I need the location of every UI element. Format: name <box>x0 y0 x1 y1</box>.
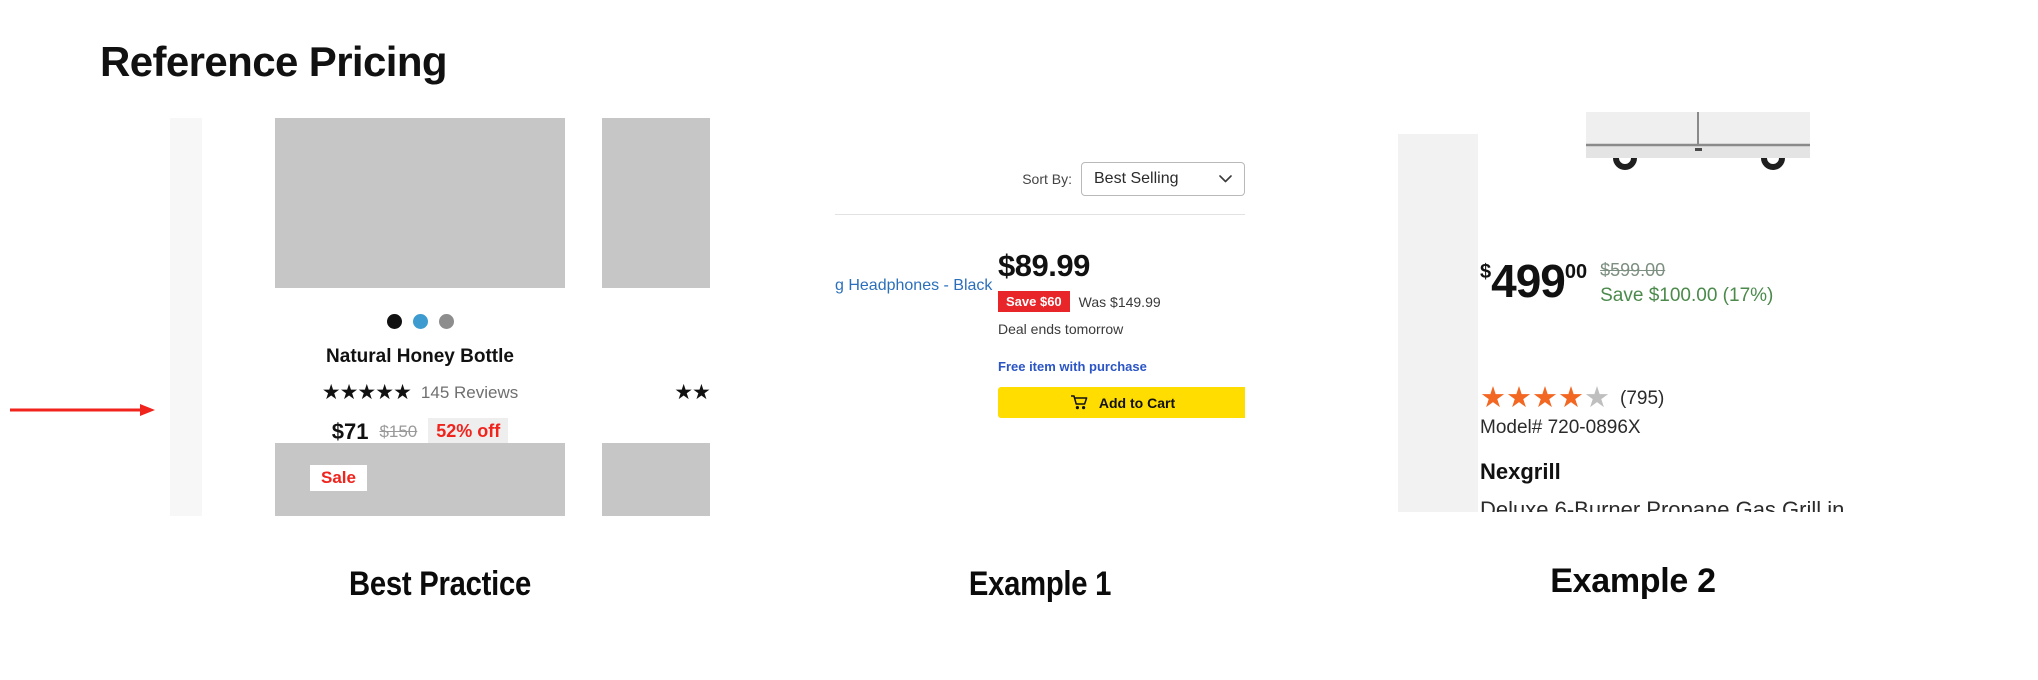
caption-best-practice: Best Practice <box>349 565 531 603</box>
color-swatch-black[interactable] <box>386 314 402 329</box>
free-item-link[interactable]: Free item with purchase <box>998 359 1245 374</box>
rating-row: ★★★★★ 145 Reviews <box>275 382 565 403</box>
price-row: $ 499 00 $599.00 Save $100.00 (17%) <box>1480 258 1773 307</box>
sort-by-label: Sort By: <box>1022 171 1072 187</box>
price-row: $71 $150 52% off <box>275 418 565 445</box>
sale-badge: Sale <box>310 465 367 491</box>
price-column: $89.99 Save $60 Was $149.99 Deal ends to… <box>998 248 1245 418</box>
sort-bar: Sort By: Best Selling <box>835 162 1245 215</box>
star-rating-icon: ★★★★ <box>674 381 710 404</box>
best-practice-panel: Natural Honey Bottle ★★★★★ 145 Reviews $… <box>170 118 710 516</box>
add-to-cart-button[interactable]: Add to Cart <box>998 387 1245 418</box>
filter-sidebar-rail <box>1398 134 1478 512</box>
product-image-placeholder <box>275 118 565 288</box>
save-badge: Save $60 <box>998 291 1070 312</box>
product-image-placeholder <box>602 118 710 288</box>
price-row: $71 $1 <box>602 418 710 444</box>
discount-badge: 52% off <box>428 418 509 445</box>
rating-row: ★★★★ Reviews <box>602 382 710 403</box>
price-comparison: $599.00 Save $100.00 (17%) <box>1600 260 1773 307</box>
shopping-cart-icon <box>1070 395 1088 410</box>
star-rating-icon: ★★★★★ <box>1480 382 1610 414</box>
review-count[interactable]: (795) <box>1620 388 1664 410</box>
chevron-down-icon <box>1219 175 1232 183</box>
product-image-placeholder-row2-clipped <box>602 443 710 516</box>
price-dollars: 499 <box>1491 255 1566 307</box>
reference-price: $150 <box>379 421 418 441</box>
color-swatch-group[interactable] <box>275 314 565 329</box>
savings-text: Save $100.00 (17%) <box>1600 285 1774 306</box>
reference-price: Was $149.99 <box>1078 293 1161 310</box>
star-rating-icon: ★★★★★ <box>321 381 412 404</box>
price-cents: 00 <box>1564 261 1588 283</box>
color-swatch-blue[interactable] <box>412 314 428 329</box>
annotation-arrow-icon <box>10 404 155 416</box>
current-price: $71 <box>331 418 369 444</box>
product-description-line-1[interactable]: Deluxe 6-Burner Propane Gas Grill in <box>1480 497 1844 512</box>
example-2-panel: $ 499 00 $599.00 Save $100.00 (17%) ★★★★… <box>1398 112 1868 512</box>
deal-expiry-note: Deal ends tomorrow <box>998 321 1124 337</box>
filter-sidebar-rail <box>170 118 202 516</box>
example-1-panel: Sort By: Best Selling g Headphones - Bla… <box>835 118 1245 516</box>
product-title-link[interactable]: g Headphones - Black <box>835 277 992 295</box>
caption-example-1: Example 1 <box>968 565 1112 603</box>
product-image-grill <box>1586 112 1810 170</box>
product-name[interactable]: Natural Honey Bottle <box>275 346 565 368</box>
color-swatch-gray[interactable] <box>438 314 454 329</box>
current-price: $89.99 <box>998 248 1090 283</box>
product-name[interactable]: Bottle <box>602 346 710 368</box>
price-currency-symbol: $ <box>1480 261 1492 283</box>
caption-example-2: Example 2 <box>1550 562 1716 600</box>
color-swatch-group[interactable] <box>602 314 710 329</box>
sort-by-value: Best Selling <box>1094 170 1179 187</box>
product-image-placeholder-row2: Sale <box>275 443 565 516</box>
add-to-cart-label: Add to Cart <box>1098 394 1176 411</box>
product-card-clipped[interactable]: Bottle ★★★★ Reviews $71 $1 <box>602 118 710 444</box>
save-row: Save $60 Was $149.99 <box>998 291 1245 312</box>
product-card[interactable]: Natural Honey Bottle ★★★★★ 145 Reviews $… <box>275 118 565 445</box>
brand-name[interactable]: Nexgrill <box>1480 459 1561 485</box>
review-count[interactable]: 145 Reviews <box>421 383 518 403</box>
reference-price: $599.00 <box>1600 260 1666 280</box>
rating-row[interactable]: ★★★★★ (795) <box>1480 384 1664 413</box>
sort-by-select[interactable]: Best Selling <box>1081 162 1245 196</box>
page-title: Reference Pricing <box>100 38 448 85</box>
model-number: Model# 720-0896X <box>1480 417 1641 438</box>
current-price: $ 499 00 <box>1480 258 1587 304</box>
